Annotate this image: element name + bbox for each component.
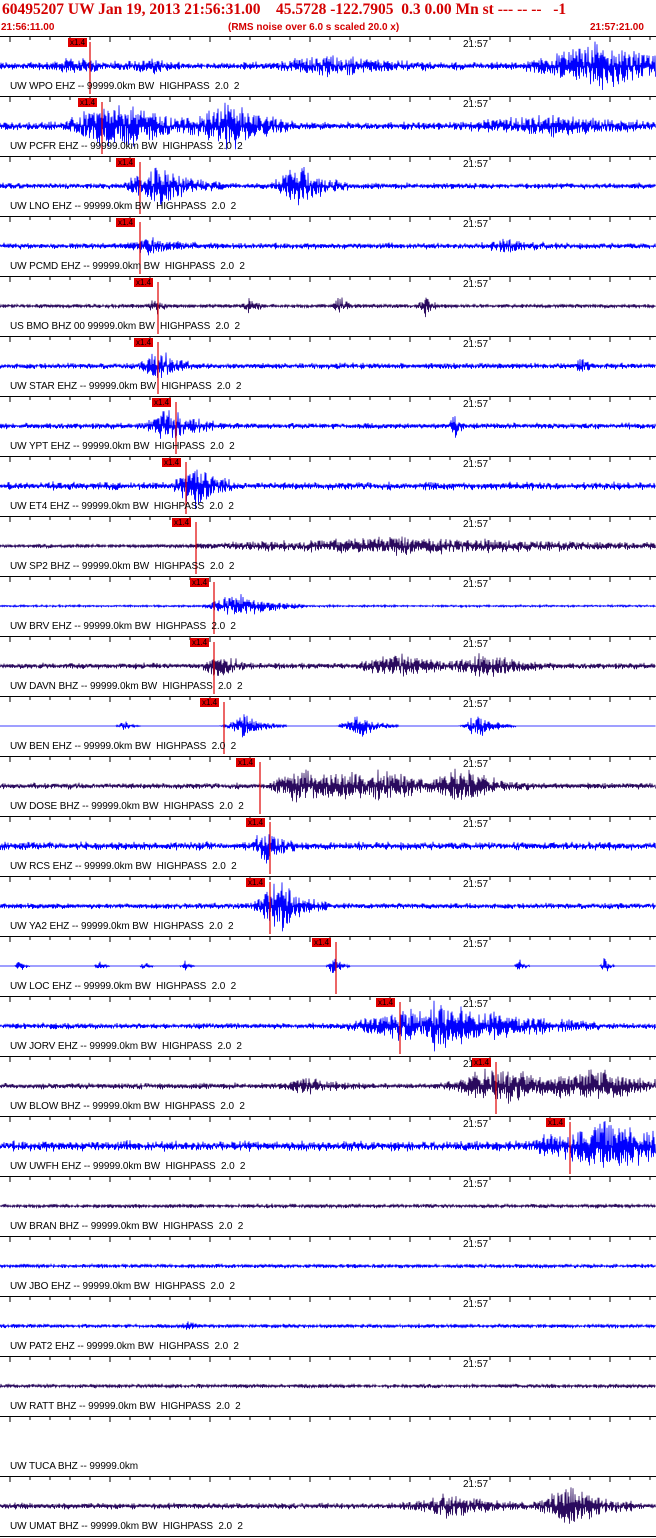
waveform-trace: [0, 594, 656, 615]
waveform-trace: [0, 1382, 656, 1390]
waveform-trace: [0, 653, 656, 677]
waveform-trace: [0, 1321, 656, 1330]
amplitude-scale-tag: x1.4: [162, 458, 182, 467]
waveform-trace: [0, 352, 656, 379]
station-label: UW BRV EHZ -- 99999.0km BW HIGHPASS 2.0 …: [10, 621, 236, 632]
station-label: UW RCS EHZ -- 99999.0km BW HIGHPASS 2.0 …: [10, 861, 237, 872]
amplitude-scale-tag: x1.4: [172, 518, 192, 527]
minute-label: 21:57: [463, 99, 489, 110]
station-label: UW JORV EHZ -- 99999.0km BW HIGHPASS 2.0…: [10, 1041, 242, 1052]
minute-label: 21:57: [463, 999, 489, 1010]
minute-label: 21:57: [463, 879, 489, 890]
minute-label: 21:57: [463, 579, 489, 590]
minute-label: 21:57: [463, 1119, 489, 1130]
station-label: UW STAR EHZ -- 99999.0km BW HIGHPASS 2.0…: [10, 381, 242, 392]
amplitude-scale-tag: x1.4: [116, 158, 136, 167]
waveform-trace: [0, 1068, 656, 1104]
seismogram-stack: UW WPO EHZ -- 99999.0km BW HIGHPASS 2.0 …: [0, 36, 656, 1538]
waveform-trace: [0, 297, 656, 318]
window-end-time: 21:57:21.00: [590, 22, 644, 33]
amplitude-scale-tag: x1.4: [190, 578, 210, 587]
station-label: UW UMAT BHZ -- 99999.0km BW HIGHPASS 2.0…: [10, 1521, 243, 1532]
minute-label: 21:57: [463, 519, 489, 530]
minute-label: 21:57: [463, 459, 489, 470]
waveform-trace: [0, 834, 656, 864]
minute-label: 21:57: [463, 39, 489, 50]
amplitude-scale-tag: x1.4: [116, 218, 136, 227]
minute-label: 21:57: [463, 1479, 489, 1490]
station-label: UW BRAN BHZ -- 99999.0km BW HIGHPASS 2.0…: [10, 1221, 244, 1232]
waveform-trace: [0, 1487, 656, 1524]
amplitude-scale-tag: x1.4: [134, 338, 154, 347]
station-label: UW JBO EHZ -- 99999.0km BW HIGHPASS 2.0 …: [10, 1281, 235, 1292]
station-label: UW WPO EHZ -- 99999.0km BW HIGHPASS 2.0 …: [10, 81, 240, 92]
minute-label: 21:57: [463, 339, 489, 350]
station-label: UW PCMD EHZ -- 99999.0km BW HIGHPASS 2.0…: [10, 261, 245, 272]
station-label: UW SP2 BHZ -- 99999.0km BW HIGHPASS 2.0 …: [10, 561, 235, 572]
waveform-trace: [0, 410, 656, 439]
minute-label: 21:57: [463, 219, 489, 230]
waveform-trace: [0, 958, 656, 974]
window-start-time: 21:56:11.00: [1, 22, 55, 33]
minute-label: 21:57: [463, 1179, 489, 1190]
station-label: UW YPT EHZ -- 99999.0km BW HIGHPASS 2.0 …: [10, 441, 235, 452]
waveform-trace: [0, 1202, 656, 1210]
minute-label: 21:57: [463, 399, 489, 410]
minute-label: 21:57: [463, 819, 489, 830]
station-label: UW ET4 EHZ -- 99999.0km BW HIGHPASS 2.0 …: [10, 501, 234, 512]
amplitude-scale-tag: x1.4: [236, 758, 256, 767]
waveform-trace: [0, 166, 656, 206]
minute-label: 21:57: [463, 159, 489, 170]
amplitude-scale-tag: x1.4: [246, 878, 266, 887]
station-label: UW RATT BHZ -- 99999.0km BW HIGHPASS 2.0…: [10, 1401, 241, 1412]
minute-label: 21:57: [463, 279, 489, 290]
station-label: UW DAVN BHZ -- 99999.0km BW HIGHPASS 2.0…: [10, 681, 243, 692]
waveform-trace: [0, 536, 656, 556]
amplitude-scale-tag: x1.4: [68, 38, 88, 47]
waveform-trace: [0, 237, 656, 256]
station-label: UW DOSE BHZ -- 99999.0km BW HIGHPASS 2.0…: [10, 801, 244, 812]
amplitude-scale-tag: x1.4: [190, 638, 210, 647]
amplitude-scale-tag: x1.4: [472, 1058, 492, 1067]
minute-label: 21:57: [463, 699, 489, 710]
event-title: 60495207 UW Jan 19, 2013 21:56:31.00 45.…: [2, 1, 567, 18]
amplitude-scale-tag: x1.4: [134, 278, 154, 287]
station-label: UW PCFR EHZ -- 99999.0km BW HIGHPASS 2.0…: [10, 141, 243, 152]
minute-label: 21:57: [463, 939, 489, 950]
minute-label: 21:57: [463, 1359, 489, 1370]
amplitude-scale-tag: x1.4: [246, 818, 266, 827]
station-label: UW PAT2 EHZ -- 99999.0km BW HIGHPASS 2.0…: [10, 1341, 239, 1352]
station-label: UW YA2 EHZ -- 99999.0km BW HIGHPASS 2.0 …: [10, 921, 234, 932]
amplitude-scale-tag: x1.4: [312, 938, 332, 947]
station-label: UW LOC EHZ -- 99999.0km BW HIGHPASS 2.0 …: [10, 981, 237, 992]
station-label: UW BEN EHZ -- 99999.0km BW HIGHPASS 2.0 …: [10, 741, 237, 752]
station-label: UW LNO EHZ -- 99999.0km BW HIGHPASS 2.0 …: [10, 201, 237, 212]
waveform-trace: [0, 714, 656, 738]
waveform-trace: [0, 1262, 656, 1270]
minute-label: 21:57: [463, 1239, 489, 1250]
station-label: UW UWFH EHZ -- 99999.0km BW HIGHPASS 2.0…: [10, 1161, 246, 1172]
station-label: US BMO BHZ 00 99999.0km BW HIGHPASS 2.0 …: [10, 321, 240, 332]
rms-scaling-note: (RMS noise over 6.0 s scaled 20.0 x): [228, 22, 400, 33]
station-label: UW TUCA BHZ -- 99999.0km: [10, 1461, 139, 1472]
minute-label: 21:57: [463, 639, 489, 650]
plot-header: 60495207 UW Jan 19, 2013 21:56:31.00 45.…: [0, 0, 656, 36]
amplitude-scale-tag: x1.4: [152, 398, 172, 407]
minute-label: 21:57: [463, 1299, 489, 1310]
minute-label: 21:57: [463, 759, 489, 770]
waveform-trace: [0, 768, 656, 803]
amplitude-scale-tag: x1.4: [78, 98, 98, 107]
amplitude-scale-tag: x1.4: [376, 998, 396, 1007]
amplitude-scale-tag: x1.4: [546, 1118, 566, 1127]
station-label: UW BLOW BHZ -- 99999.0km BW HIGHPASS 2.0…: [10, 1101, 245, 1112]
amplitude-scale-tag: x1.4: [200, 698, 220, 707]
